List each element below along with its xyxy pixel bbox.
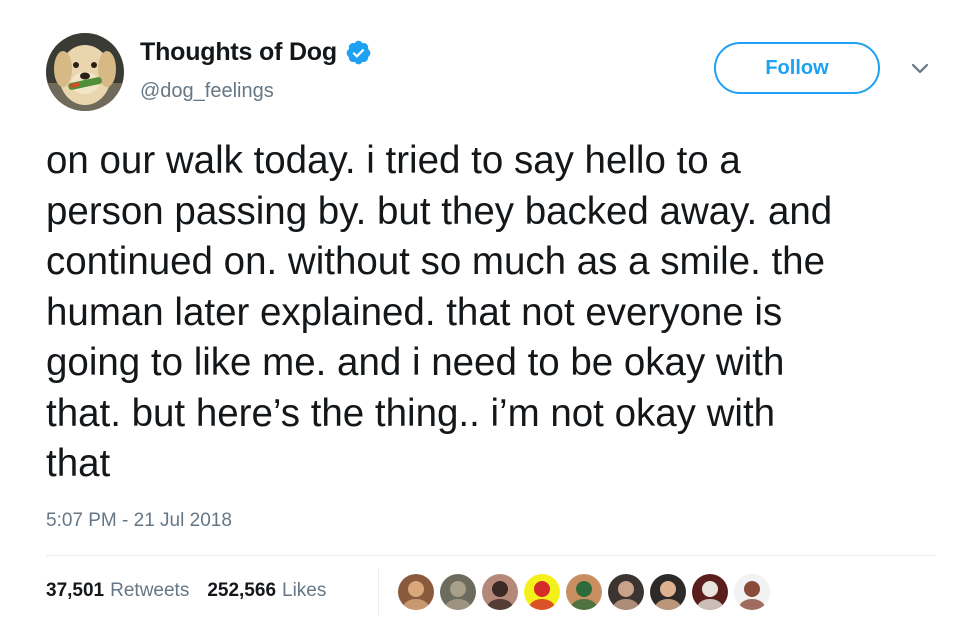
likes-label: Likes — [282, 580, 327, 601]
likes-count: 252,566 — [207, 580, 277, 601]
tweet-timestamp[interactable]: 5:07 PM - 21 Jul 2018 — [46, 510, 232, 532]
tweet-text-line: going to like me. and i need to be okay … — [46, 341, 785, 384]
tweet-text-line: human later explained. that not everyone… — [46, 290, 783, 334]
user-handle[interactable]: @dog_feelings — [140, 80, 274, 103]
liker-avatar[interactable] — [440, 574, 476, 610]
liker-avatar[interactable] — [734, 574, 770, 610]
retweets-count: 37,501 — [46, 580, 105, 601]
likes-stat[interactable]: 252,566 Likes — [207, 580, 326, 602]
divider — [46, 555, 936, 556]
tweet-card: Thoughts of Dog @dog_feelings Follow on … — [0, 0, 980, 628]
liker-avatar[interactable] — [482, 574, 518, 610]
verified-badge-icon — [345, 39, 372, 66]
liker-avatar[interactable] — [692, 574, 728, 610]
author-name-row[interactable]: Thoughts of Dog — [140, 38, 372, 67]
retweets-label: Retweets — [110, 580, 190, 601]
stats-separator — [378, 568, 379, 616]
dog-avatar-image — [46, 33, 124, 111]
liker-avatars — [398, 574, 776, 610]
tweet-stats: 37,501 Retweets 252,566 Likes — [46, 580, 344, 602]
chevron-down-icon[interactable] — [910, 62, 930, 76]
retweets-stat[interactable]: 37,501 Retweets — [46, 580, 189, 602]
liker-avatar[interactable] — [608, 574, 644, 610]
tweet-text-line: on our walk today. i tried to say hello … — [46, 139, 741, 182]
tweet-text-line: person passing by. but they backed away.… — [46, 189, 833, 233]
liker-avatar[interactable] — [524, 574, 560, 610]
tweet-text: on our walk today. i tried to say hello … — [46, 136, 946, 490]
tweet-text-line: that — [46, 442, 111, 485]
follow-button[interactable]: Follow — [714, 42, 880, 94]
liker-avatar[interactable] — [398, 574, 434, 610]
display-name[interactable]: Thoughts of Dog — [140, 38, 337, 67]
tweet-text-line: that. but here’s the thing.. i’m not oka… — [46, 391, 776, 435]
liker-avatar[interactable] — [650, 574, 686, 610]
dog-avatar[interactable] — [46, 33, 124, 111]
liker-avatar[interactable] — [566, 574, 602, 610]
tweet-text-line: continued on. without so much as a smile… — [46, 240, 825, 283]
